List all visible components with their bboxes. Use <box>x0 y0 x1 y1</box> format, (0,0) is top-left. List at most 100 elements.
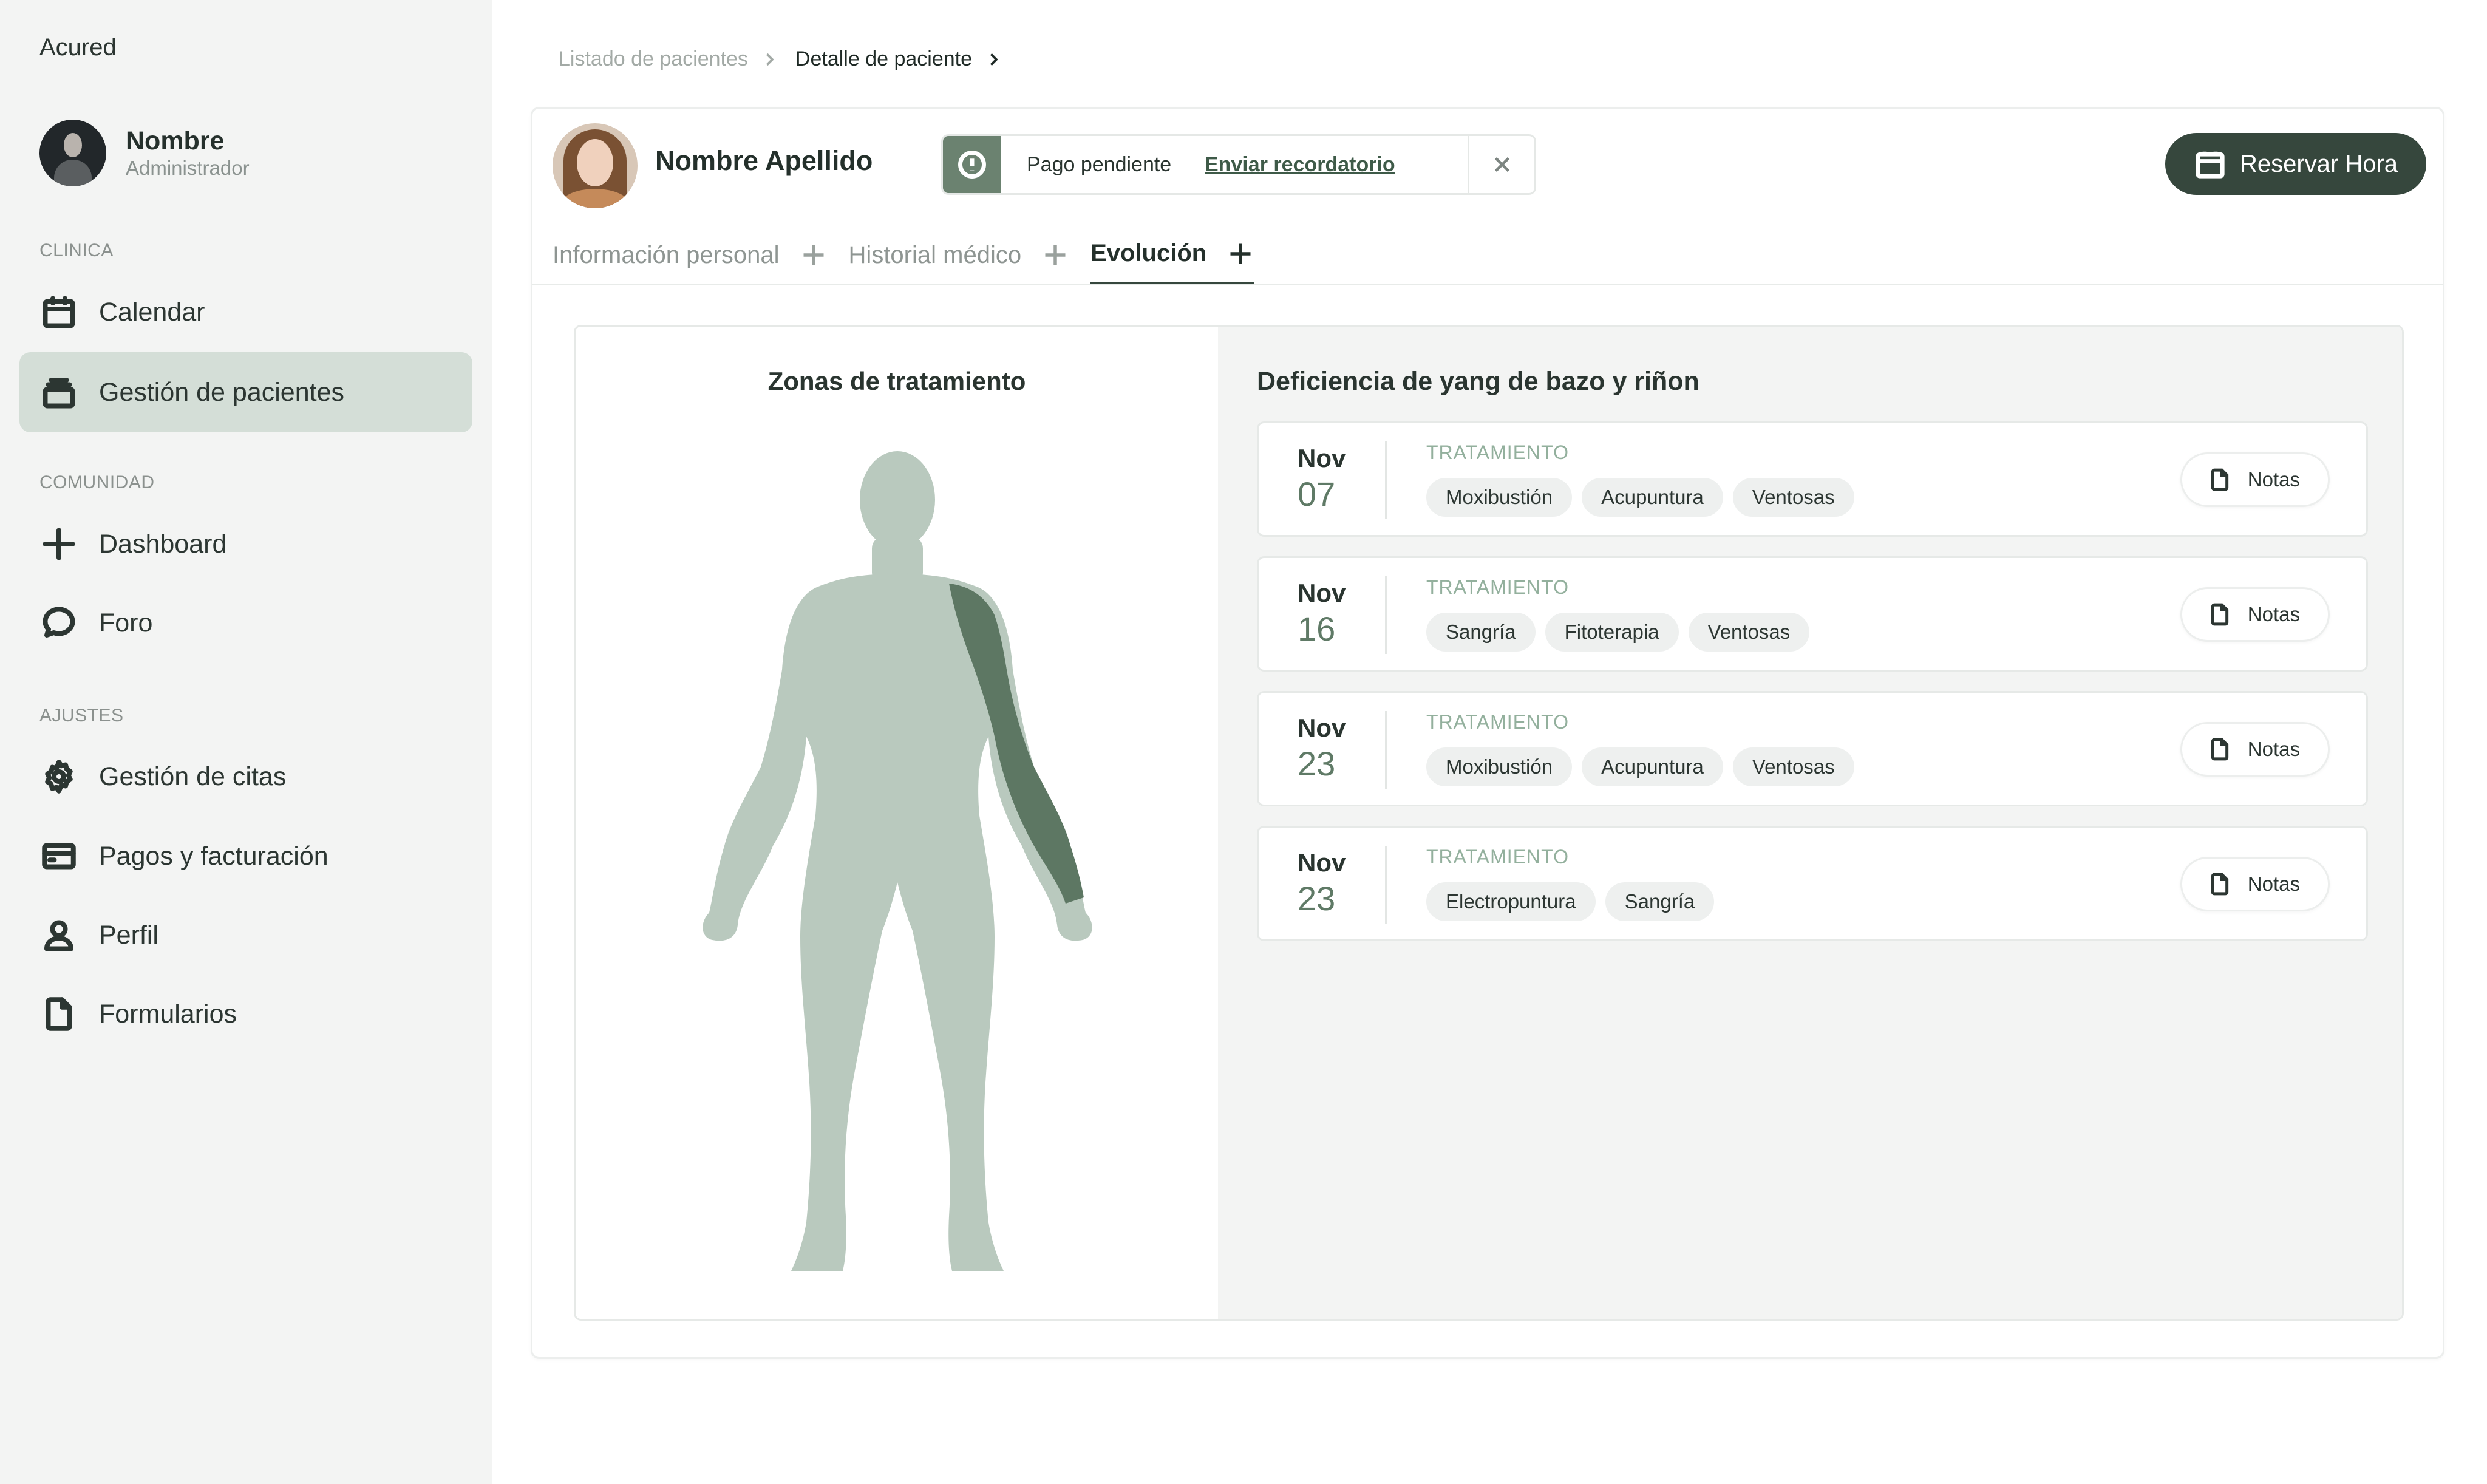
file-icon <box>2211 873 2228 896</box>
close-alert-button[interactable] <box>1468 136 1534 193</box>
breadcrumb-patient-list[interactable]: Listado de pacientes <box>559 47 748 71</box>
tab-historial-medico[interactable]: Historial médico <box>849 234 1091 276</box>
notes-button[interactable]: Notas <box>2180 452 2330 507</box>
date-day: 23 <box>1298 744 1336 783</box>
diagnosis-title: Deficiencia de yang de bazo y riñon <box>1257 367 1699 396</box>
section-label-comunidad: COMUNIDAD <box>39 472 155 492</box>
sidebar-item-calendar[interactable]: Calendar <box>19 272 472 352</box>
alert-text: Pago pendiente <box>1027 152 1172 176</box>
notes-button[interactable]: Notas <box>2180 722 2330 777</box>
sidebar-item-perfil[interactable]: Perfil <box>19 895 472 975</box>
sidebar-item-label: Perfil <box>99 920 158 950</box>
patient-avatar <box>553 123 638 208</box>
file-icon <box>2211 738 2228 761</box>
treatment-date: Nov 07 <box>1298 443 1370 514</box>
notes-button[interactable]: Notas <box>2180 587 2330 642</box>
sidebar-item-label: Calendar <box>99 297 205 327</box>
avatar <box>39 120 106 186</box>
row-divider <box>1385 711 1387 789</box>
sidebar-item-gestion-de-citas[interactable]: Gestión de citas <box>19 737 472 817</box>
body-diagram <box>703 451 1092 1271</box>
treatment-row: Nov 23 TRATAMIENTO Moxibustión Acupuntur… <box>1257 691 2368 806</box>
calendar-icon <box>39 293 78 332</box>
sidebar-item-label: Formularios <box>99 999 237 1029</box>
user-name: Nombre <box>126 126 225 155</box>
user-profile[interactable]: Nombre Administrador <box>39 120 250 186</box>
close-icon <box>1494 157 1509 172</box>
tab-evolucion[interactable]: Evolución <box>1090 234 1254 285</box>
date-month: Nov <box>1298 848 1346 877</box>
user-role: Administrador <box>126 157 250 179</box>
section-label-clinica: CLINICA <box>39 240 114 260</box>
file-icon <box>2211 603 2228 626</box>
sidebar-item-pagos-y-facturacion[interactable]: Pagos y facturación <box>19 816 472 896</box>
tab-informacion-personal[interactable]: Información personal <box>553 234 849 276</box>
breadcrumb-patient-detail[interactable]: Detalle de paciente <box>795 47 972 71</box>
chevron-right-icon <box>984 50 1002 69</box>
treatment-chip: Acupuntura <box>1582 747 1723 786</box>
patient-name: Nombre Apellido <box>655 145 873 176</box>
notes-label: Notas <box>2247 738 2300 760</box>
file-icon <box>2211 468 2228 491</box>
treatment-chip: Ventosas <box>1732 478 1854 517</box>
treatment-chips: Moxibustión Acupuntura Ventosas <box>1426 478 1864 517</box>
treatment-chip: Acupuntura <box>1582 478 1723 517</box>
app-logo[interactable]: Acured <box>39 34 117 61</box>
gear-icon <box>39 757 78 796</box>
send-reminder-link[interactable]: Enviar recordatorio <box>1205 136 1446 193</box>
treatment-chip: Ventosas <box>1732 747 1854 786</box>
date-month: Nov <box>1298 579 1346 607</box>
sidebar-item-formularios[interactable]: Formularios <box>19 974 472 1054</box>
reserve-button-label: Reservar Hora <box>2239 150 2398 177</box>
treatment-chip: Sangría <box>1605 882 1715 921</box>
treatment-label: TRATAMIENTO <box>1426 846 1569 868</box>
notes-button[interactable]: Notas <box>2180 857 2330 911</box>
sidebar-item-label: Pagos y facturación <box>99 841 328 871</box>
treatment-chip: Ventosas <box>1688 613 1810 652</box>
sidebar-item-label: Gestión de citas <box>99 761 287 791</box>
patient-detail-card: Nombre Apellido Pago pendiente Enviar re… <box>531 107 2444 1359</box>
tabs: Información personal Historial médico Ev… <box>553 234 1254 285</box>
tab-label: Información personal <box>553 241 780 268</box>
treatment-date: Nov 16 <box>1298 577 1370 649</box>
user-icon <box>39 916 78 955</box>
tab-label: Historial médico <box>848 241 1022 268</box>
treatment-label: TRATAMIENTO <box>1426 441 1569 463</box>
file-icon <box>39 995 78 1033</box>
plus-icon <box>39 525 78 563</box>
sidebar-item-label: Foro <box>99 608 153 638</box>
notes-label: Notas <box>2247 603 2300 625</box>
plus-icon[interactable] <box>1227 240 1254 267</box>
treatment-chips: Moxibustión Acupuntura Ventosas <box>1426 747 1864 786</box>
chevron-right-icon <box>760 50 778 69</box>
date-day: 16 <box>1298 610 1336 648</box>
payment-alert: Pago pendiente Enviar recordatorio <box>941 134 1536 195</box>
treatment-row: Nov 07 TRATAMIENTO Moxibustión Acupuntur… <box>1257 421 2368 537</box>
calendar-icon <box>2196 151 2225 179</box>
section-label-ajustes: AJUSTES <box>39 706 124 726</box>
sidebar: Acured Nombre Administrador CLINICA Cale… <box>0 0 492 1484</box>
row-divider <box>1385 441 1387 519</box>
stack-icon <box>39 373 78 412</box>
plus-icon[interactable] <box>1042 242 1069 268</box>
sidebar-item-dashboard[interactable]: Dashboard <box>19 504 472 584</box>
alert-circle-icon <box>943 136 1001 193</box>
treatment-chip: Sangría <box>1426 613 1536 652</box>
sidebar-item-gestion-de-pacientes[interactable]: Gestión de pacientes <box>19 352 472 432</box>
treatment-chips: Sangría Fitoterapia Ventosas <box>1426 613 1819 652</box>
treatment-label: TRATAMIENTO <box>1426 576 1569 598</box>
date-day: 23 <box>1298 879 1336 917</box>
sidebar-item-foro[interactable]: Foro <box>19 583 472 663</box>
date-day: 07 <box>1298 475 1336 513</box>
notes-label: Notas <box>2247 873 2300 895</box>
reserve-appointment-button[interactable]: Reservar Hora <box>2165 133 2426 195</box>
sidebar-item-label: Dashboard <box>99 529 227 559</box>
sidebar-item-label: Gestión de pacientes <box>99 377 344 407</box>
date-month: Nov <box>1298 444 1346 472</box>
row-divider <box>1385 576 1387 654</box>
plus-icon[interactable] <box>800 242 827 268</box>
zones-title: Zonas de tratamiento <box>767 367 1026 395</box>
treatment-chips: Electropuntura Sangría <box>1426 882 1724 921</box>
tabs-divider <box>532 284 2443 285</box>
treatment-label: TRATAMIENTO <box>1426 711 1569 733</box>
